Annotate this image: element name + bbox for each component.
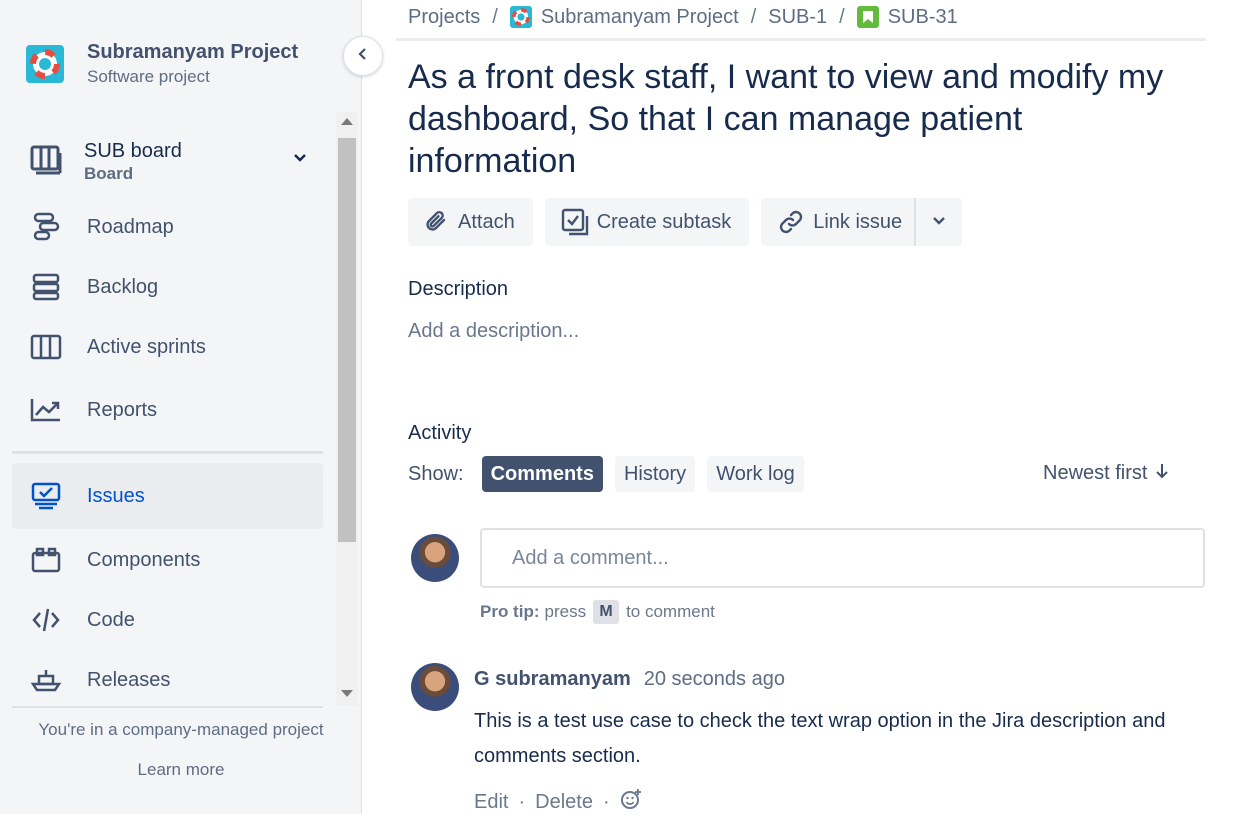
- pro-tip-rest: to comment: [626, 602, 715, 621]
- sidebar-item-label: Roadmap: [87, 215, 174, 238]
- link-issue-label: Link issue: [813, 210, 903, 233]
- tab-work-log[interactable]: Work log: [707, 456, 804, 492]
- breadcrumb-parent-issue[interactable]: SUB-1: [768, 6, 827, 29]
- chevron-down-icon[interactable]: [292, 150, 308, 171]
- show-label: Show:: [408, 462, 464, 485]
- attach-label: Attach: [458, 210, 515, 233]
- edit-comment-link[interactable]: Edit: [474, 791, 508, 814]
- add-reaction-icon[interactable]: [620, 788, 642, 814]
- releases-icon: [29, 663, 63, 697]
- issue-toolbar: Attach Create subtask Link issue: [408, 198, 974, 246]
- activity-heading: Activity: [408, 422, 472, 444]
- comment-timestamp: 20 seconds ago: [643, 668, 785, 690]
- comment-input[interactable]: Add a comment...: [480, 528, 1205, 588]
- pro-tip: Pro tip: press M to comment: [480, 600, 715, 624]
- header-divider: [396, 38, 1206, 41]
- arrow-down-icon: [1155, 462, 1169, 485]
- company-managed-note: You're in a company-managed project: [38, 720, 324, 739]
- sidebar-item-label: Backlog: [87, 275, 159, 298]
- comment-author-avatar: [411, 663, 459, 711]
- board-switcher[interactable]: SUB board Board: [30, 134, 320, 190]
- backlog-icon: [29, 270, 63, 304]
- tab-comments[interactable]: Comments: [481, 456, 603, 492]
- learn-more-link[interactable]: Learn more: [0, 760, 362, 780]
- sidebar-scrollbar[interactable]: [336, 112, 358, 706]
- pro-tip-press: press: [544, 602, 587, 621]
- sidebar: Subramanyam Project Software project SUB…: [0, 0, 362, 814]
- sidebar-item-releases[interactable]: Releases: [12, 649, 323, 706]
- sort-order-button[interactable]: Newest first: [1043, 462, 1169, 485]
- sidebar-item-roadmap[interactable]: Roadmap: [12, 196, 323, 258]
- sidebar-item-label: Components: [87, 548, 201, 571]
- project-name: Subramanyam Project: [87, 41, 299, 63]
- project-header[interactable]: Subramanyam Project Software project: [26, 40, 298, 88]
- avatar: [411, 534, 459, 582]
- sidebar-footer-divider: [12, 706, 323, 708]
- chevron-down-icon: [932, 211, 946, 234]
- tab-history[interactable]: History: [614, 456, 696, 492]
- create-subtask-button[interactable]: Create subtask: [544, 198, 750, 246]
- sidebar-item-issues[interactable]: Issues: [12, 463, 323, 529]
- sidebar-item-label: Releases: [87, 668, 171, 691]
- components-icon: [29, 543, 63, 577]
- sidebar-item-code[interactable]: Code: [12, 589, 323, 651]
- scroll-down-arrow-icon[interactable]: [341, 690, 353, 697]
- issues-icon: [29, 479, 63, 513]
- code-icon: [29, 603, 63, 637]
- scroll-up-arrow-icon[interactable]: [341, 118, 353, 125]
- collapse-sidebar-button[interactable]: [343, 36, 383, 76]
- board-sub: Board: [84, 164, 134, 183]
- scrollbar-thumb[interactable]: [338, 138, 356, 542]
- sidebar-item-active-sprints[interactable]: Active sprints: [12, 316, 323, 378]
- paperclip-icon: [424, 209, 450, 235]
- sidebar-item-reports[interactable]: Reports: [12, 379, 323, 441]
- board-icon: [30, 145, 62, 180]
- pro-tip-label: Pro tip:: [480, 602, 540, 621]
- subtask-icon: [561, 208, 589, 236]
- comment-body: This is a test use case to check the tex…: [474, 710, 1166, 767]
- nav-divider: [12, 451, 323, 454]
- sidebar-item-components[interactable]: Components: [12, 529, 323, 591]
- comment-author[interactable]: G subramanyam: [474, 668, 631, 691]
- sidebar-item-label: Reports: [87, 398, 158, 421]
- more-actions-button[interactable]: [914, 198, 963, 246]
- sidebar-item-label: Issues: [87, 484, 145, 507]
- project-avatar-icon: [509, 6, 532, 28]
- breadcrumb-issue[interactable]: SUB-31: [888, 6, 958, 29]
- reports-icon: [29, 393, 63, 427]
- separator-dot: ·: [518, 790, 526, 813]
- sidebar-nav: SUB board Board Roadmap Backlog Active s…: [0, 112, 336, 706]
- breadcrumb-project[interactable]: Subramanyam Project: [541, 6, 739, 29]
- link-issue-button[interactable]: Link issue: [761, 198, 915, 246]
- activity-filter: Show: Comments History Work log: [408, 456, 816, 492]
- attach-button[interactable]: Attach: [408, 198, 533, 246]
- description-heading: Description: [408, 278, 509, 300]
- roadmap-icon: [29, 210, 63, 244]
- link-icon: [777, 208, 805, 236]
- breadcrumb-separator: /: [839, 5, 845, 28]
- breadcrumb: Projects / Subramanyam Project / SUB-1 /…: [408, 2, 958, 32]
- sidebar-item-label: Code: [87, 608, 135, 631]
- active-sprints-icon: [29, 330, 63, 364]
- create-subtask-label: Create subtask: [596, 210, 732, 233]
- keyboard-shortcut-key: M: [593, 600, 620, 624]
- chevron-left-icon: [356, 47, 370, 66]
- story-icon: [856, 6, 879, 28]
- sidebar-item-backlog[interactable]: Backlog: [12, 256, 323, 318]
- sidebar-item-label: Active sprints: [87, 335, 206, 358]
- issue-title[interactable]: As a front desk staff, I want to view an…: [408, 56, 1198, 182]
- description-field[interactable]: Add a description...: [408, 320, 579, 343]
- delete-comment-link[interactable]: Delete: [535, 791, 593, 814]
- sort-label: Newest first: [1043, 462, 1148, 484]
- project-type: Software project: [87, 67, 210, 86]
- comment-header: G subramanyam 20 seconds ago: [474, 668, 785, 691]
- project-avatar-icon: [26, 45, 64, 83]
- comment-actions: Edit · Delete ·: [474, 788, 642, 814]
- separator-dot: ·: [602, 790, 610, 813]
- breadcrumb-projects[interactable]: Projects: [408, 6, 480, 29]
- breadcrumb-separator: /: [492, 5, 498, 28]
- board-name: SUB board: [84, 140, 182, 162]
- breadcrumb-separator: /: [750, 5, 757, 28]
